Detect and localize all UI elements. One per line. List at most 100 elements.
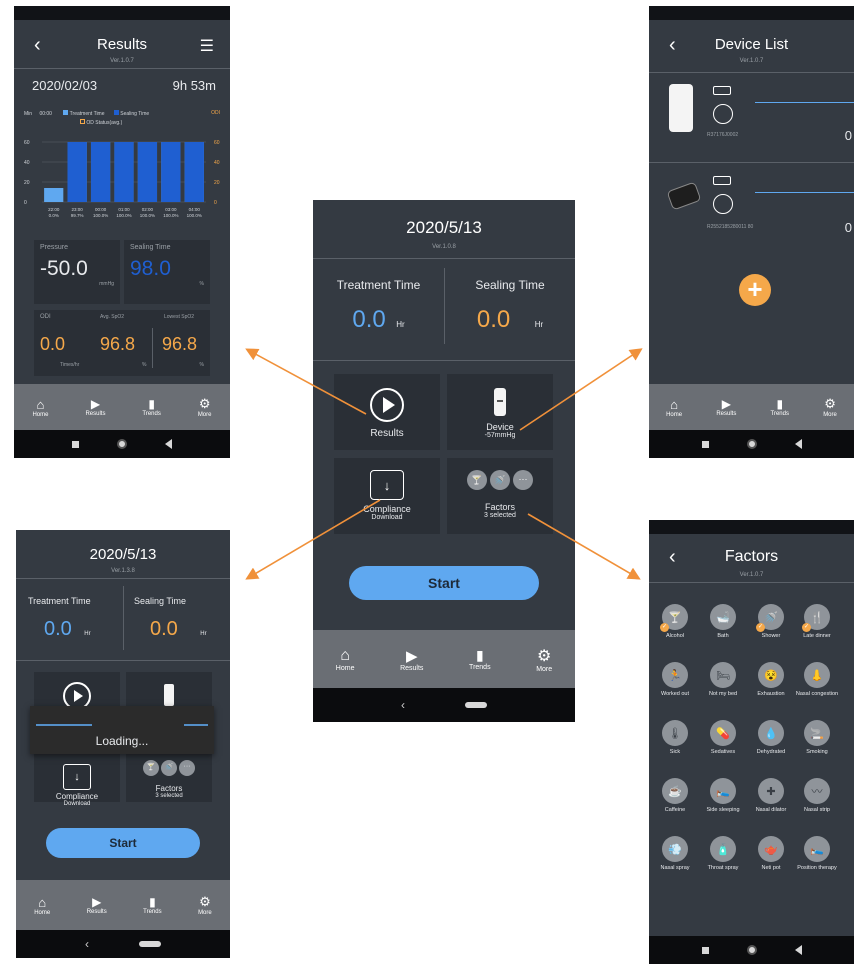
factor-item[interactable]: 👃 Nasal congestion [795, 662, 839, 697]
factor-item[interactable]: 〰 Nasal strip [795, 778, 839, 813]
factor-item[interactable]: 🍴 ✓ Late dinner [795, 604, 839, 639]
factor-item[interactable]: 🏃 Worked out [653, 662, 697, 697]
factor-label: Alcohol [665, 633, 685, 639]
x-tick-label: 23:00 [72, 207, 84, 212]
nav-trends[interactable]: ▮ Trends [469, 647, 491, 671]
nav-more[interactable]: ⚙ More [198, 894, 212, 916]
recents-icon[interactable] [701, 440, 709, 448]
list-icon[interactable]: ☰ [200, 36, 214, 56]
pressure-unit: mmHg [99, 281, 114, 287]
x-tick-label: 03:00 [165, 207, 177, 212]
recents-icon[interactable] [72, 440, 79, 448]
device-row-2[interactable]: R2552185280011 80 0 [649, 166, 854, 246]
device-1-line [755, 102, 854, 103]
device-card[interactable]: Device -57mmHg [447, 374, 553, 450]
sealing-unit: Hr [534, 320, 544, 329]
nav-trends[interactable]: ▮ Trends [771, 397, 789, 417]
nav-home[interactable]: ⌂ Home [336, 647, 355, 672]
start-button[interactable]: Start [46, 828, 200, 858]
compliance-card[interactable]: ↓ Compliance Download [334, 458, 440, 534]
nav-home[interactable]: ⌂ Home [34, 895, 50, 916]
factor-item[interactable]: 🛏 Not my bed [701, 662, 745, 697]
nav-results[interactable]: ▶ Results [716, 397, 736, 417]
factor-item[interactable]: ✚ Nasal dilator [749, 778, 793, 813]
home-button-icon[interactable] [746, 439, 757, 449]
device-row-1[interactable]: R37176J0002 0 [649, 76, 854, 162]
factor-label: Sick [669, 749, 681, 755]
check-badge-icon: ✓ [802, 623, 811, 632]
add-device-button[interactable]: + [739, 274, 771, 306]
play-icon [370, 388, 404, 422]
status-ring-icon [713, 194, 733, 214]
nav-results[interactable]: ▶ Results [87, 895, 107, 915]
shower-icon: 🚿 [490, 470, 510, 490]
device-card-label: Device [486, 422, 514, 432]
x-tick-pct: 100.0% [187, 213, 202, 218]
factor-item[interactable]: 💊 Sedatives [701, 720, 745, 755]
start-button[interactable]: Start [349, 566, 539, 600]
factor-label: Throat spray [707, 865, 739, 871]
factor-item[interactable]: 🚬 Smoking [795, 720, 839, 755]
nav-home[interactable]: ⌂ Home [666, 397, 682, 418]
factor-item[interactable]: 🛁 Bath [701, 604, 745, 639]
back-icon[interactable] [794, 945, 802, 955]
home-icon: ⌂ [38, 894, 47, 910]
loading-treatment-value: 0.0 [44, 618, 72, 640]
home-icon: ⌂ [340, 646, 350, 664]
white-device-icon [669, 84, 693, 132]
battery-icon [713, 176, 731, 185]
bar-chart-icon: ▮ [475, 647, 484, 663]
results-version: Ver.1.0.7 [110, 58, 134, 64]
factor-label: Nasal congestion [795, 691, 839, 697]
factor-item[interactable]: 🧴 Throat spray [701, 836, 745, 871]
factor-icon: 💊 [710, 720, 736, 746]
nav-results[interactable]: ▶ Results [400, 647, 423, 672]
home-pill-icon[interactable] [465, 702, 487, 708]
factor-item[interactable]: 🫖 Neti pot [749, 836, 793, 871]
factor-label: Smoking [806, 749, 828, 755]
nav-more[interactable]: ⚙ More [823, 396, 837, 418]
factor-icon: 👃 [804, 662, 830, 688]
factor-icon: 🚬 [804, 720, 830, 746]
nav-results[interactable]: ▶ Results [85, 397, 105, 417]
x-tick-pct: 100.0% [116, 213, 131, 218]
factor-item[interactable]: 💧 Dehydrated [749, 720, 793, 755]
factor-item[interactable]: 🛌 Position therapy [795, 836, 839, 871]
back-icon[interactable] [165, 439, 172, 449]
chart-min-label: Min [24, 111, 33, 117]
x-tick-pct: 100.0% [93, 213, 108, 218]
download-folder-icon: ↓ [370, 470, 404, 500]
back-chevron-icon[interactable]: ‹ [85, 937, 89, 951]
results-card[interactable]: Results [334, 374, 440, 450]
home-button-icon[interactable] [117, 439, 127, 449]
factors-card[interactable]: 🍸 🚿 ··· Factors 3 selected [447, 458, 553, 534]
bar-sealing [114, 142, 134, 202]
factor-item[interactable]: 💨 Nasal spray [653, 836, 697, 871]
factor-item[interactable]: 😵 Exhaustion [749, 662, 793, 697]
factor-label: Bath [717, 633, 729, 639]
recents-icon[interactable] [701, 946, 709, 954]
factor-icon: 😵 [758, 662, 784, 688]
home-button-icon[interactable] [746, 945, 757, 955]
back-icon[interactable] [794, 439, 802, 449]
factor-item[interactable]: 🛌 Side sleeping [701, 778, 745, 813]
avg-spo2-unit: % [142, 362, 147, 368]
odi-unit: Times/hr [60, 362, 80, 368]
factor-icon: 〰 [804, 778, 830, 804]
factor-item[interactable]: 🚿 ✓ Shower [749, 604, 793, 639]
factor-item[interactable]: ☕ Caffeine [653, 778, 697, 813]
bottom-nav: ⌂ Home ▶ Results ▮ Trends ⚙ More [16, 880, 230, 930]
x-tick-pct: 100.0% [140, 213, 155, 218]
factor-item[interactable]: 🍸 ✓ Alcohol [653, 604, 697, 639]
nav-more[interactable]: ⚙ More [198, 396, 212, 418]
home-version: Ver.1.0.8 [432, 244, 456, 250]
home-pill-icon[interactable] [139, 941, 161, 947]
nav-home[interactable]: ⌂ Home [32, 397, 48, 418]
nav-more[interactable]: ⚙ More [536, 646, 552, 673]
nav-trends[interactable]: ▮ Trends [143, 895, 161, 915]
nav-trends[interactable]: ▮ Trends [142, 397, 160, 417]
back-chevron-icon[interactable]: ‹ [401, 698, 405, 712]
factor-item[interactable]: 🌡 Sick [653, 720, 697, 755]
more-dots-icon: ··· [179, 760, 195, 776]
x-tick-pct: 99.7% [71, 213, 84, 218]
